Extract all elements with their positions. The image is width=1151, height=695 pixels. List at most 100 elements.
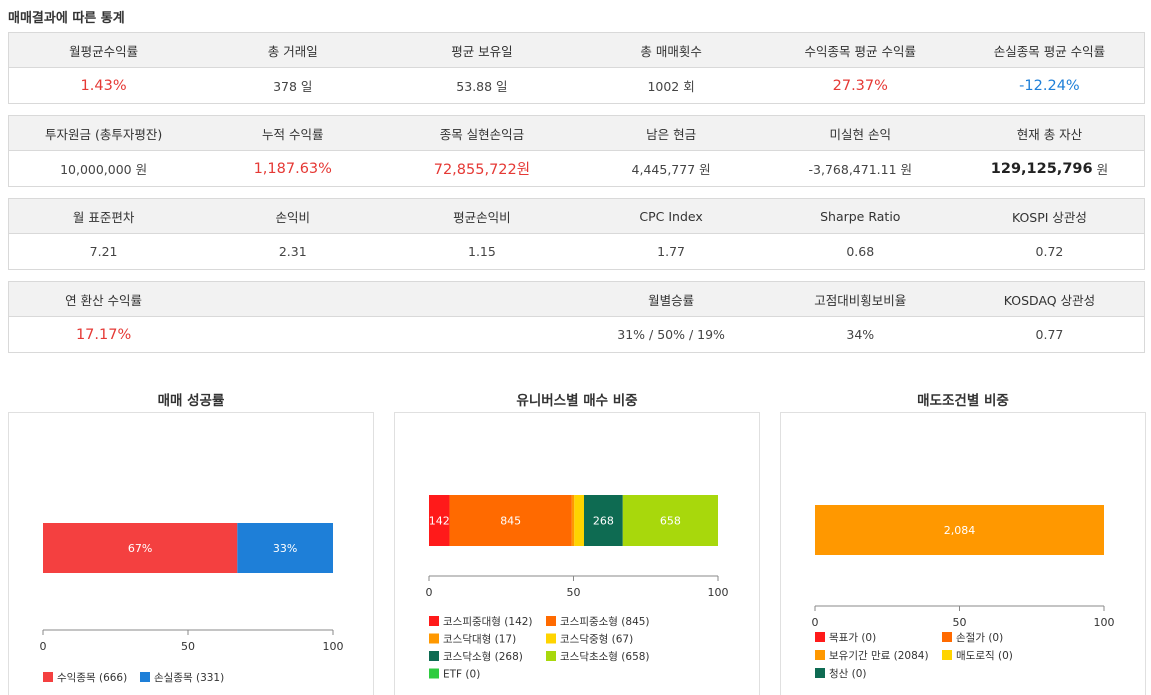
bar-data-label: 268 <box>593 515 614 528</box>
legend-swatch <box>942 632 952 642</box>
legend-swatch <box>429 633 439 644</box>
panel-title-universe-weight: 유니버스별 매수 비중 <box>516 393 638 409</box>
value-avg-profit-loss-ratio: 1.15 <box>468 244 496 259</box>
header-cumulative-return: 누적 수익률 <box>262 126 324 142</box>
value-kospi-correlation: 0.72 <box>1035 244 1064 259</box>
legend-label: 코스닥소형 (268) <box>443 651 523 663</box>
legend-label: 매도로직 (0) <box>956 650 1013 662</box>
header-kosdaq-correlation: KOSDAQ 상관성 <box>1003 292 1096 308</box>
header-loser-avg-return: 손실종목 평균 수익률 <box>993 43 1106 59</box>
legend-swatch <box>546 651 556 661</box>
legend-swatch <box>815 650 825 660</box>
value-monthly-win-rate: 31% / 50% / 19% <box>617 327 725 342</box>
x-tick-label: 50 <box>567 586 581 599</box>
header-remaining-cash: 남은 현금 <box>646 126 697 142</box>
x-tick-label: 50 <box>181 640 195 653</box>
header-drawdown-sideways-ratio: 고점대비횡보비율 <box>814 292 907 308</box>
header-monthly-stddev: 월 표준편차 <box>72 209 135 225</box>
bar-data-label: 2,084 <box>944 524 976 537</box>
header-principal: 투자원금 (총투자평잔) <box>44 126 163 142</box>
bar-data-label: 67% <box>128 542 152 555</box>
page-title: 매매결과에 따른 통계 <box>8 11 125 26</box>
header-empty-2 <box>387 282 576 316</box>
bar-segment <box>571 495 575 546</box>
value-unrealized-pnl: -3,768,471.11 원 <box>808 162 913 177</box>
value-annualized-return: 17.17% <box>75 326 132 343</box>
value-principal: 10,000,000 원 <box>60 162 148 177</box>
legend-swatch <box>546 633 556 644</box>
stats-value-row: 7.21 2.31 1.15 1.77 0.68 0.72 <box>9 234 1144 269</box>
sell-condition-weight-chart: 2,084 0 50 100 목표가 (0) 손절가 (0) 보유기간 만료 (2084) 매… <box>812 505 1115 680</box>
value-realized-pnl: 72,855,722원 <box>433 162 531 178</box>
legend-label: 손절가 (0) <box>956 631 1003 644</box>
stats-table-4: 연 환산 수익률 월별승률 고점대비횡보비율 KOSDAQ 상관성 17.17%… <box>8 281 1145 353</box>
legend-swatch <box>815 632 825 642</box>
header-kospi-correlation: KOSPI 상관성 <box>1011 209 1087 225</box>
header-monthly-avg-return: 월평균수익률 <box>69 43 139 59</box>
chart-panel-success-rate: 67% 33% 0 50 100 수익종목 (666) 손실종목 (331) <box>8 412 374 695</box>
value-sharpe-ratio: 0.68 <box>846 244 875 259</box>
value-total-trading-days: 378 일 <box>273 79 313 94</box>
panel-title-sell-condition-weight: 매도조건별 비중 <box>917 393 1009 409</box>
header-realized-pnl: 종목 실현손익금 <box>439 126 525 142</box>
legend-label: 손실종목 (331) <box>154 672 224 684</box>
legend-label: 코스닥중형 (67) <box>560 634 633 646</box>
legend-swatch <box>429 651 439 661</box>
value-kosdaq-correlation: 0.77 <box>1035 327 1064 342</box>
value-remaining-cash: 4,445,777 원 <box>631 162 711 177</box>
bar-data-label: 33% <box>273 542 297 555</box>
header-monthly-win-rate: 월별승률 <box>648 292 695 308</box>
header-cpc-index: CPC Index <box>639 208 703 224</box>
value-cpc-index: 1.77 <box>657 244 686 259</box>
x-tick-label: 100 <box>708 586 729 599</box>
x-tick-label: 50 <box>953 616 967 629</box>
value-winner-avg-return: 27.37% <box>832 77 888 94</box>
stats-header-row: 연 환산 수익률 월별승률 고점대비횡보비율 KOSDAQ 상관성 <box>9 282 1144 317</box>
bar-segment <box>574 495 584 546</box>
legend-swatch <box>546 616 556 626</box>
value-total-assets-cell: 129,125,796 원 <box>955 151 1144 186</box>
success-rate-chart: 67% 33% 0 50 100 수익종목 (666) 손실종목 (331) <box>40 523 344 684</box>
x-tick-label: 100 <box>1094 616 1115 629</box>
legend-label: 코스닥초소형 (658) <box>560 651 650 663</box>
value-monthly-stddev: 7.21 <box>89 244 118 259</box>
legend-label: 목표가 (0) <box>829 632 876 644</box>
value-total-assets: 129,125,796 <box>990 160 1093 177</box>
header-unrealized-pnl: 미실현 손익 <box>829 126 892 142</box>
x-tick-label: 0 <box>812 616 819 629</box>
universe-weight-chart: 142 845 268 658 0 50 100 코스피중대형 (142) 코스피중소형 (84… <box>426 495 729 681</box>
stats-table-2: 투자원금 (총투자평잔) 누적 수익률 종목 실현손익금 남은 현금 미실현 손… <box>8 115 1145 187</box>
legend-label: 코스피중소형 (845) <box>560 616 650 628</box>
value-empty-1 <box>198 317 387 352</box>
value-cumulative-return: 1,187.63% <box>253 160 332 177</box>
legend-swatch <box>43 672 53 682</box>
value-monthly-avg-return: 1.43% <box>80 77 127 94</box>
stats-header-row: 월 표준편차 손익비 평균손익비 CPC Index Sharpe Ratio … <box>9 199 1144 234</box>
legend-label: 보유기간 만료 (2084) <box>829 650 929 662</box>
x-tick-label: 0 <box>40 640 47 653</box>
legend-label: 수익종목 (666) <box>57 672 127 684</box>
bar-data-label: 658 <box>660 515 681 528</box>
x-tick-label: 0 <box>426 586 433 599</box>
stats-table-3: 월 표준편차 손익비 평균손익비 CPC Index Sharpe Ratio … <box>8 198 1145 270</box>
legend-label: 청산 (0) <box>829 668 867 680</box>
legend-label: ETF (0) <box>443 669 480 681</box>
legend-swatch <box>140 672 150 682</box>
header-annualized-return: 연 환산 수익률 <box>65 292 143 308</box>
legend-label: 코스닥대형 (17) <box>443 634 516 646</box>
value-drawdown-sideways-ratio: 34% <box>846 327 875 342</box>
stats-value-row: 17.17% 31% / 50% / 19% 34% 0.77 <box>9 317 1144 352</box>
legend-swatch <box>815 668 825 678</box>
panel-title-success-rate: 매매 성공률 <box>157 393 225 409</box>
legend-swatch <box>429 616 439 626</box>
header-empty-1 <box>198 282 387 316</box>
chart-panel-sell-condition-weight: 2,084 0 50 100 목표가 (0) 손절가 (0) 보유기간 만료 (2084) 매… <box>780 412 1146 695</box>
header-profit-loss-ratio: 손익비 <box>275 209 311 225</box>
legend-swatch <box>942 650 952 660</box>
header-avg-holding-days: 평균 보유일 <box>451 43 513 59</box>
value-total-assets-unit: 원 <box>1096 162 1109 177</box>
stats-header-row: 투자원금 (총투자평잔) 누적 수익률 종목 실현손익금 남은 현금 미실현 손… <box>9 116 1144 151</box>
x-tick-label: 100 <box>323 640 344 653</box>
header-sharpe-ratio: Sharpe Ratio <box>820 208 901 224</box>
value-loser-avg-return: -12.24% <box>1019 77 1080 94</box>
